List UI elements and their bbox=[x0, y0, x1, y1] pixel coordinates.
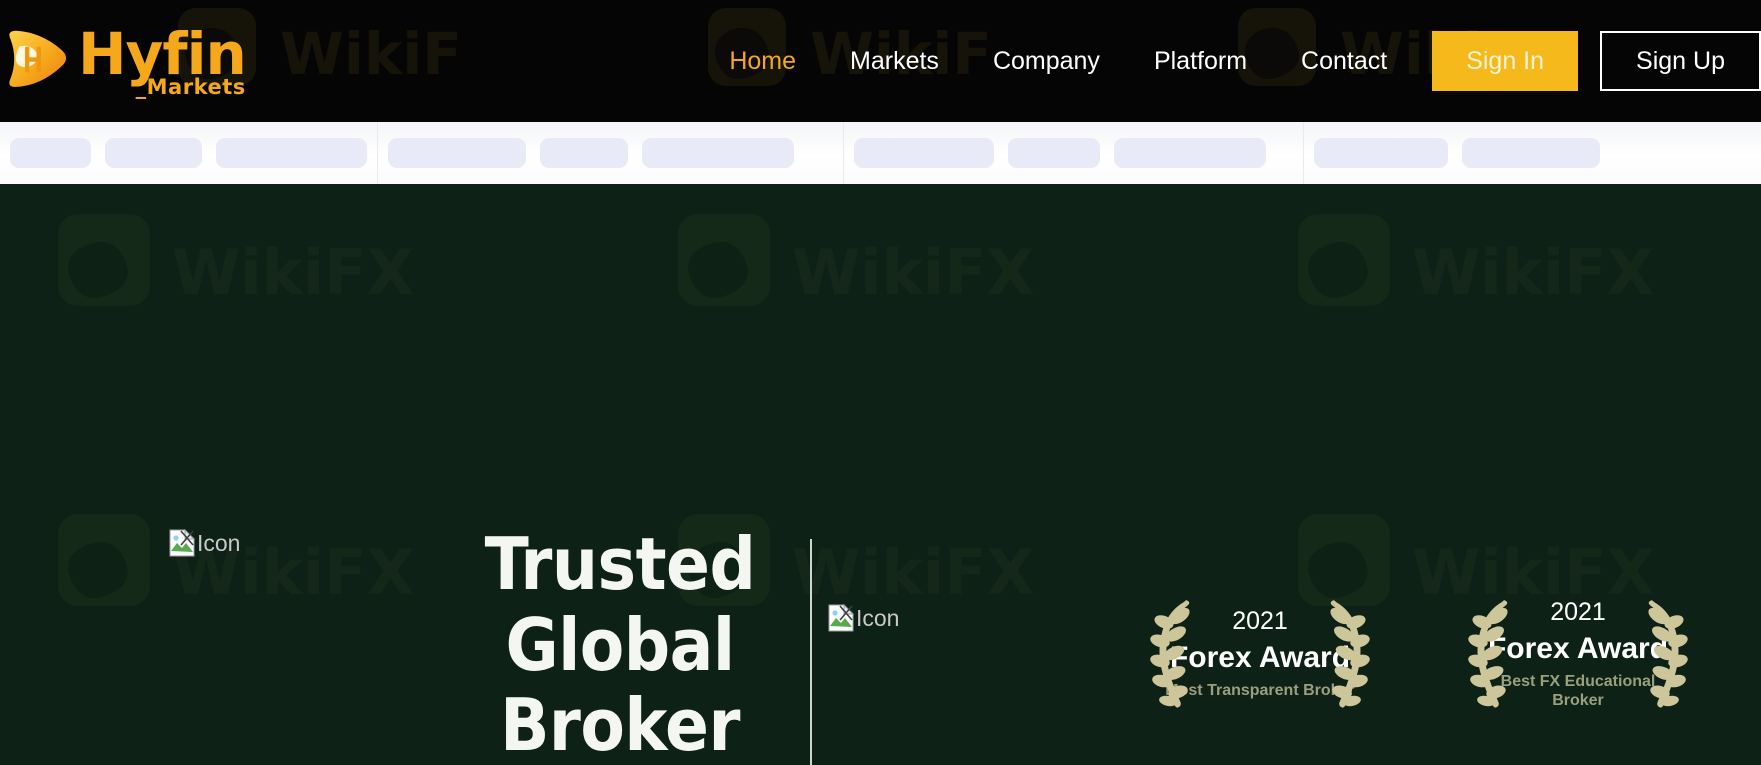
award-badge: 2021 Forex Award Most Transparent Broker bbox=[1140, 594, 1380, 716]
main-navigation: Home Markets Company Platform Contact Si… bbox=[702, 0, 1761, 122]
nav-item-contact[interactable]: Contact bbox=[1274, 47, 1414, 76]
skeleton-bar bbox=[1008, 138, 1100, 168]
brand-logo[interactable]: Hyfin Markets bbox=[2, 19, 247, 98]
skeleton-bar bbox=[1114, 138, 1266, 168]
skeleton-bar bbox=[105, 138, 203, 168]
nav-item-home[interactable]: Home bbox=[702, 47, 823, 76]
laurel-wreath-icon bbox=[1468, 600, 1508, 708]
ticker-group[interactable] bbox=[0, 122, 378, 184]
skeleton-bar bbox=[1314, 138, 1448, 168]
headline-line-1: Trusted bbox=[484, 522, 756, 606]
ticker-group[interactable] bbox=[1304, 122, 1761, 184]
award-year: 2021 bbox=[1232, 607, 1288, 636]
market-ticker-loading bbox=[0, 122, 1761, 184]
skeleton-bar bbox=[854, 138, 994, 168]
nav-item-markets[interactable]: Markets bbox=[823, 47, 966, 76]
award-badges: 2021 Forex Award Most Transparent Broker bbox=[1140, 594, 1698, 716]
broken-image-icon bbox=[169, 529, 195, 557]
laurel-wreath-icon bbox=[1330, 600, 1370, 708]
laurel-wreath-icon bbox=[1150, 600, 1190, 708]
laurel-wreath-icon bbox=[1648, 600, 1688, 708]
brand-subtitle: Markets bbox=[78, 76, 246, 98]
hero-left-image-alt: Icon bbox=[197, 529, 241, 556]
skeleton-bar bbox=[10, 138, 92, 168]
hero-left-image-placeholder[interactable]: Icon bbox=[169, 529, 240, 557]
hero-headline: Trusted Global Broker bbox=[460, 524, 780, 765]
hero-section: WikiFX Icon Trusted Global Broker bbox=[0, 184, 1761, 765]
hero-vertical-divider bbox=[810, 539, 812, 765]
hero-middle-image-placeholder[interactable]: Icon bbox=[828, 604, 899, 632]
site-header: WikiF bbox=[0, 0, 1761, 122]
award-badge: 2021 Forex Award Best FX Educational Bro… bbox=[1458, 594, 1698, 716]
skeleton-bar bbox=[642, 138, 794, 168]
sign-in-button[interactable]: Sign In bbox=[1432, 31, 1579, 91]
nav-item-platform[interactable]: Platform bbox=[1127, 47, 1274, 76]
skeleton-bar bbox=[216, 138, 367, 168]
sign-up-button[interactable]: Sign Up bbox=[1600, 31, 1761, 91]
nav-item-company[interactable]: Company bbox=[966, 47, 1127, 76]
hyfin-play-logo-icon bbox=[9, 30, 67, 87]
broken-image-icon bbox=[828, 604, 854, 632]
headline-line-2: Global bbox=[505, 602, 735, 687]
brand-name: Hyfin bbox=[78, 19, 247, 88]
headline-line-3: Broker bbox=[500, 683, 740, 765]
ticker-group[interactable] bbox=[844, 122, 1304, 184]
award-year: 2021 bbox=[1550, 597, 1606, 626]
skeleton-bar bbox=[540, 138, 628, 168]
ticker-group[interactable] bbox=[378, 122, 844, 184]
hero-middle-image-alt: Icon bbox=[856, 604, 900, 631]
skeleton-bar bbox=[388, 138, 526, 168]
skeleton-bar bbox=[1462, 138, 1600, 168]
